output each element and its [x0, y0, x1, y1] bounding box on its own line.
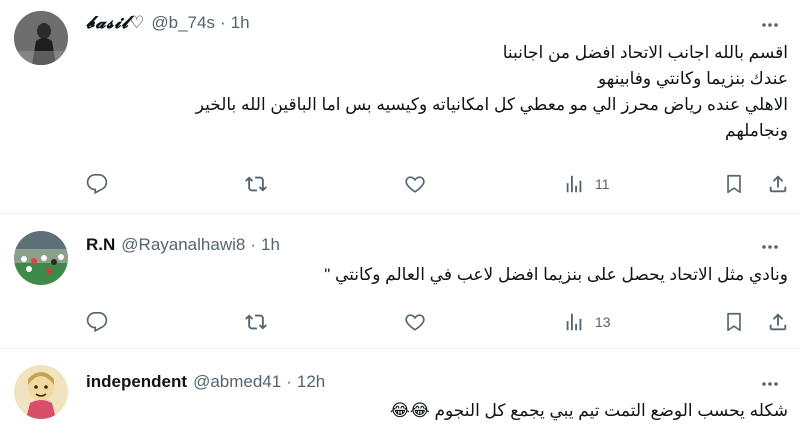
tweet-text: ونادي مثل الاتحاد يحصل على بنزيما افضل ل… [86, 262, 788, 288]
timestamp[interactable]: 1h [261, 235, 280, 255]
avatar[interactable] [14, 365, 68, 419]
tweet-actions: 11 [86, 171, 788, 197]
retweet-button[interactable] [245, 311, 267, 333]
view-count: 11 [595, 176, 610, 192]
more-options-button[interactable] [758, 235, 782, 259]
reply-icon [86, 174, 108, 195]
tweet-actions: 13 [86, 309, 788, 335]
more-options-button[interactable] [758, 13, 782, 37]
more-icon [762, 245, 778, 249]
analytics-icon [566, 313, 582, 331]
views-button[interactable]: 11 [563, 173, 610, 195]
analytics-icon [566, 175, 582, 193]
timestamp[interactable]: 1h [231, 13, 250, 33]
like-button[interactable] [404, 173, 426, 195]
user-handle[interactable]: @abmed41 [193, 372, 281, 392]
separator-dot: · [250, 235, 256, 254]
share-icon [769, 313, 787, 331]
retweet-icon [245, 176, 267, 192]
display-name[interactable]: R.N [86, 235, 115, 255]
reply-button[interactable] [86, 311, 108, 333]
bookmark-button[interactable] [723, 173, 745, 195]
bookmark-icon [727, 312, 741, 332]
stadium-crowd-avatar-icon [14, 231, 68, 285]
tweet[interactable]: independent @abmed41 · 12h شكله يحسب الو… [0, 349, 800, 440]
bookmark-icon [727, 174, 741, 194]
tweet-line: الاهلي عنده رياض محرز الي مو معطي كل امك… [195, 95, 788, 114]
reply-button[interactable] [86, 173, 108, 195]
tweet-line: عندك بنزيما وكانتي وفابينهو [598, 69, 788, 88]
user-handle[interactable]: @Rayanalhawi8 [121, 235, 245, 255]
more-icon [762, 382, 778, 386]
display-name[interactable]: independent [86, 372, 187, 392]
tweet[interactable]: R.N @Rayanalhawi8 · 1h ونادي مثل الاتحاد… [0, 214, 800, 349]
tweet[interactable]: 𝓫𝓪𝓼𝓲𝓵♡ @b_74s · 1h اقسم بالله اجانب الات… [0, 0, 800, 214]
avatar[interactable] [14, 11, 68, 65]
like-button[interactable] [404, 311, 426, 333]
share-icon [769, 175, 787, 193]
view-count: 13 [595, 314, 611, 330]
bookmark-button[interactable] [723, 311, 745, 333]
avatar[interactable] [14, 231, 68, 285]
share-button[interactable] [767, 173, 789, 195]
retweet-icon [245, 314, 267, 330]
more-icon [762, 23, 778, 27]
timestamp[interactable]: 12h [297, 372, 325, 392]
cartoon-figure-avatar-icon [14, 365, 68, 419]
heart-icon [405, 176, 425, 193]
tweet-header: 𝓫𝓪𝓼𝓲𝓵♡ @b_74s · 1h [86, 11, 760, 35]
display-name[interactable]: 𝓫𝓪𝓼𝓲𝓵♡ [86, 13, 145, 33]
tweet-text: شكله يحسب الوضع التمت تيم يبي يجمع كل ال… [86, 398, 788, 424]
user-handle[interactable]: @b_74s [151, 13, 215, 33]
heart-icon [405, 314, 425, 331]
tweet-header: independent @abmed41 · 12h [86, 370, 760, 394]
views-button[interactable]: 13 [563, 311, 611, 333]
share-button[interactable] [767, 311, 789, 333]
tweet-line: ونجاملهم [725, 121, 788, 140]
tweet-text: اقسم بالله اجانب الاتحاد افضل من اجانبنا… [86, 40, 788, 144]
more-options-button[interactable] [758, 372, 782, 396]
tweet-header: R.N @Rayanalhawi8 · 1h [86, 233, 760, 257]
dark-figure-avatar-icon [14, 11, 68, 65]
tweet-line: شكله يحسب الوضع التمت تيم يبي يجمع كل ال… [390, 401, 788, 420]
tweet-line: ونادي مثل الاتحاد يحصل على بنزيما افضل ل… [324, 265, 788, 284]
separator-dot: · [219, 13, 226, 32]
separator-dot: · [286, 372, 292, 391]
retweet-button[interactable] [245, 173, 267, 195]
tweet-line: اقسم بالله اجانب الاتحاد افضل من اجانبنا [502, 43, 788, 62]
reply-icon [86, 312, 108, 333]
